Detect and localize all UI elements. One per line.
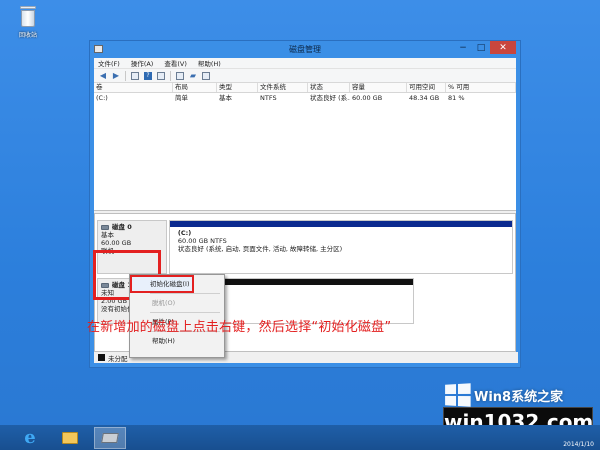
cell-filesystem: NTFS — [260, 94, 277, 102]
col-layout[interactable]: 布局 — [173, 83, 217, 92]
toolbar-separator — [125, 70, 126, 81]
menu-action[interactable]: 操作(A) — [131, 58, 154, 68]
col-status[interactable]: 状态 — [308, 83, 350, 92]
taskbar-explorer[interactable] — [54, 427, 86, 449]
grid-icon[interactable] — [130, 71, 140, 81]
back-icon[interactable]: ◀ — [98, 71, 108, 81]
col-filesystem[interactable]: 文件系统 — [258, 83, 308, 92]
brand-text: Win8系统之家 — [474, 389, 564, 405]
disk-0-name: 磁盘 0 — [112, 223, 132, 231]
title-bar[interactable]: 磁盘管理 − □ ✕ — [90, 41, 520, 58]
instruction-annotation: 在新增加的磁盘上点击右键，然后选择“初始化磁盘” — [87, 320, 392, 335]
brand-logo: Win8系统之家 — [444, 383, 594, 407]
col-free-space[interactable]: 可用空间 — [407, 83, 446, 92]
unallocated-swatch — [98, 354, 105, 361]
recycle-bin[interactable]: 回收站 — [10, 6, 46, 39]
toolbar: ◀ ▶ ? ▰ — [94, 69, 516, 83]
help-icon[interactable]: ? — [143, 71, 153, 81]
minimize-button[interactable]: − — [454, 41, 472, 54]
forward-icon[interactable]: ▶ — [111, 71, 121, 81]
menu-initialize-disk[interactable]: 初始化磁盘(I) — [130, 275, 194, 293]
recycle-bin-label: 回收站 — [18, 32, 37, 39]
list-icon[interactable] — [156, 71, 166, 81]
menu-help[interactable]: 帮助(H) — [198, 58, 221, 68]
col-capacity[interactable]: 容量 — [350, 83, 407, 92]
taskbar-disk-management[interactable] — [94, 426, 126, 449]
partition-size: 60.00 GB NTFS — [177, 237, 227, 245]
menu-separator — [150, 293, 220, 294]
close-button[interactable]: ✕ — [490, 41, 516, 54]
volume-table: 卷 布局 类型 文件系统 状态 容量 可用空间 % 可用 (C:) 简单 基本 … — [94, 83, 516, 211]
col-type[interactable]: 类型 — [217, 83, 258, 92]
volume-table-header: 卷 布局 类型 文件系统 状态 容量 可用空间 % 可用 — [94, 83, 516, 93]
partition-c[interactable]: (C:) 60.00 GB NTFS 状态良好 (系统, 启动, 页面文件, 活… — [168, 220, 513, 274]
col-volume[interactable]: 卷 — [94, 83, 173, 92]
taskbar-ie[interactable]: e — [14, 427, 46, 449]
table-row[interactable]: (C:) 简单 基本 NTFS 状态良好 (系... 60.00 GB 48.3… — [94, 93, 516, 103]
drive-icon — [101, 432, 119, 443]
folder-icon[interactable]: ▰ — [188, 71, 198, 81]
menu-separator — [150, 312, 220, 313]
ie-icon: e — [24, 427, 36, 448]
disk-0-type: 基本 — [101, 231, 114, 239]
menu-file[interactable]: 文件(F) — [98, 58, 120, 68]
menu-view[interactable]: 查看(V) — [164, 58, 187, 68]
partition-label: (C:) — [177, 229, 192, 237]
properties-icon[interactable] — [175, 71, 185, 81]
maximize-button[interactable]: □ — [472, 41, 490, 54]
disk-0-size: 60.00 GB — [101, 239, 132, 247]
windows-logo-icon — [445, 383, 471, 407]
taskbar: e 2014/1/10 — [0, 425, 600, 450]
partition-status: 状态良好 (系统, 启动, 页面文件, 活动, 故障转储, 主分区) — [177, 245, 343, 253]
clock-date[interactable]: 2014/1/10 — [563, 441, 594, 448]
cell-percent-free: 81 % — [448, 94, 465, 102]
toolbar-separator — [170, 70, 171, 81]
recycle-bin-icon — [19, 6, 37, 28]
menu-help-item[interactable]: 帮助(H) — [132, 334, 222, 348]
menu-bar: 文件(F) 操作(A) 查看(V) 帮助(H) — [94, 58, 516, 69]
options-icon[interactable] — [201, 71, 211, 81]
disk-icon — [101, 224, 109, 230]
cell-type: 基本 — [219, 94, 232, 102]
cell-volume: (C:) — [96, 94, 108, 102]
legend-unallocated: 未分配 — [108, 354, 128, 363]
cell-status: 状态良好 (系... — [310, 94, 350, 102]
menu-offline[interactable]: 脱机(O) — [132, 296, 222, 310]
cell-capacity: 60.00 GB — [352, 94, 383, 102]
cell-layout: 简单 — [175, 94, 188, 102]
col-percent-free[interactable]: % 可用 — [446, 83, 516, 92]
cell-free-space: 48.34 GB — [409, 94, 440, 102]
folder-icon — [62, 431, 78, 444]
